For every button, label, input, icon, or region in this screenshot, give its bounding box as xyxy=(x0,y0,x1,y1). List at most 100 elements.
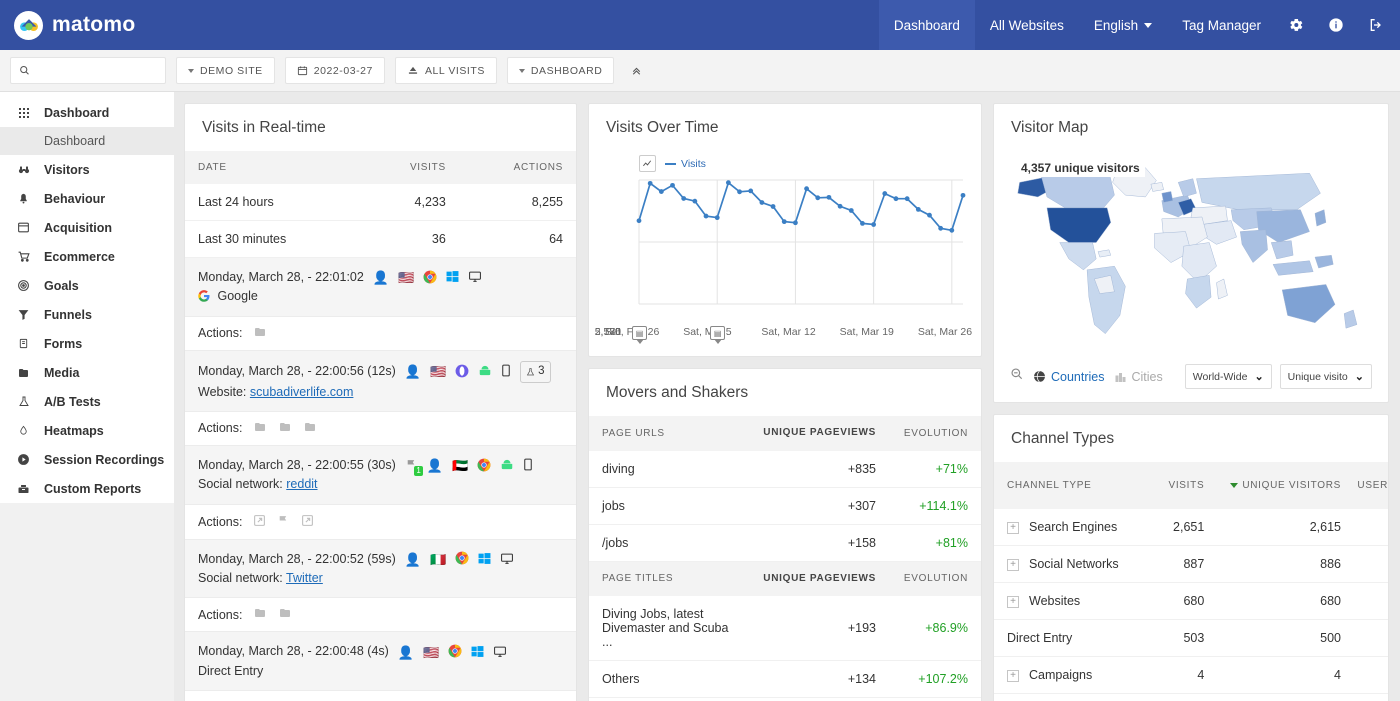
site-selector-button[interactable]: DEMO SITE xyxy=(176,57,275,84)
table-row[interactable]: Diving Jobs, latest Divemaster and Scuba… xyxy=(589,596,981,661)
table-row[interactable]: + Social Networks 887 886 xyxy=(994,545,1388,583)
realtime-visit-entry[interactable]: Monday, March 28, - 22:00:52 (59s) 👤 🇮🇹 xyxy=(185,539,576,599)
legend-label-text: Visits xyxy=(681,157,706,170)
google-icon xyxy=(198,289,213,303)
table-row[interactable]: Others +134 +107.2% xyxy=(589,660,981,698)
sidebar-item-forms[interactable]: Forms xyxy=(0,329,174,358)
folder-icon[interactable] xyxy=(278,421,292,436)
info-icon[interactable] xyxy=(1316,0,1356,50)
folder-icon[interactable] xyxy=(253,326,267,341)
sidebar-subitem-dashboard[interactable]: Dashboard xyxy=(0,127,174,155)
date-selector-button[interactable]: 2022-03-27 xyxy=(284,57,385,84)
table-row[interactable]: Direct Entry 503 500 xyxy=(994,619,1388,657)
external-link-icon[interactable] xyxy=(301,514,314,530)
grid-icon xyxy=(16,107,31,119)
topnav-tag-manager[interactable]: Tag Manager xyxy=(1167,0,1276,50)
channel-types-table: CHANNEL TYPE VISITS UNIQUE VISITORS USER… xyxy=(994,462,1388,694)
world-map-svg[interactable] xyxy=(1008,155,1374,351)
row-evolution: +114.1% xyxy=(889,487,981,525)
folder-icon[interactable] xyxy=(253,607,267,622)
annotation-marker-icon[interactable]: ▤ xyxy=(632,326,647,344)
topnav-all-websites[interactable]: All Websites xyxy=(975,0,1079,50)
table-row[interactable]: + Websites 680 680 xyxy=(994,582,1388,620)
inbox-icon xyxy=(16,221,31,234)
folder-icon[interactable] xyxy=(278,607,292,622)
sidebar-item-ecommerce[interactable]: Ecommerce xyxy=(0,242,174,271)
widget-title: Visits Over Time xyxy=(606,119,719,136)
map-metric-select[interactable]: Unique visito ⌄ xyxy=(1279,364,1372,389)
table-header-row: PAGE TITLES UNIQUE PAGEVIEWS EVOLUTION xyxy=(589,561,981,596)
col-visits[interactable]: VISITS xyxy=(1147,462,1217,509)
sidebar-item-media[interactable]: Media xyxy=(0,358,174,387)
chart-legend: Visits xyxy=(603,155,967,172)
dashboard-selector-label: DASHBOARD xyxy=(530,64,603,77)
flag-icon[interactable] xyxy=(277,514,290,530)
sidebar-item-heatmaps[interactable]: Heatmaps xyxy=(0,416,174,445)
table-row[interactable]: Last 30 minutes 36 64 xyxy=(185,220,576,258)
widget-title: Movers and Shakers xyxy=(606,384,749,401)
search-input[interactable] xyxy=(36,63,157,78)
col-users[interactable]: USER xyxy=(1354,462,1388,509)
realtime-visit-entry[interactable]: Monday, March 28, - 22:00:48 (4s) 👤 🇺🇸 D… xyxy=(185,632,576,692)
annotation-marker-icon[interactable]: ▤ xyxy=(710,326,726,344)
flag-us-icon: 🇺🇸 xyxy=(423,644,440,660)
realtime-visit-actions: Actions: xyxy=(185,598,576,633)
sidebar-item-session-recordings[interactable]: Session Recordings xyxy=(0,445,174,474)
realtime-visit-entry[interactable]: Monday, March 28, - 22:01:02 👤 🇺🇸 Google xyxy=(185,258,576,317)
flask-icon xyxy=(16,395,31,408)
folder-icon[interactable] xyxy=(253,421,267,436)
table-row[interactable]: jobs +307 +114.1% xyxy=(589,487,981,525)
topnav-dashboard[interactable]: Dashboard xyxy=(878,0,975,50)
map-region-select[interactable]: World-Wide ⌄ xyxy=(1184,364,1272,389)
expand-icon[interactable]: + xyxy=(1007,521,1019,534)
table-row[interactable]: + Campaigns 4 4 xyxy=(994,656,1388,694)
badge-value: 3 xyxy=(538,364,545,377)
sidebar-item-custom-reports[interactable]: Custom Reports xyxy=(0,474,174,503)
external-link-icon[interactable] xyxy=(253,514,266,530)
expand-icon[interactable]: + xyxy=(1007,558,1019,571)
topnav-language-selector[interactable]: English xyxy=(1079,0,1167,50)
sidebar-item-visitors[interactable]: Visitors xyxy=(0,155,174,184)
map-tab-cities[interactable]: Cities xyxy=(1114,370,1163,384)
row-visits: 4 xyxy=(1147,656,1218,694)
visit-datetime: Monday, March 28, - 22:00:52 (59s) xyxy=(198,551,396,566)
table-row[interactable]: Last 24 hours 4,233 8,255 xyxy=(185,184,576,221)
windows-icon xyxy=(478,552,491,567)
referrer-link[interactable]: reddit xyxy=(286,477,317,491)
search-box[interactable] xyxy=(10,57,166,84)
table-row[interactable]: diving +835 +71% xyxy=(589,450,981,488)
table-row[interactable]: Best Diving sites in Bali – Indonesia Sc… xyxy=(589,697,981,701)
chevron-down-icon: ⌄ xyxy=(1254,371,1264,383)
expand-icon[interactable]: + xyxy=(1007,595,1019,608)
table-row[interactable]: + Search Engines 2,651 2,615 xyxy=(994,509,1388,546)
folder-icon[interactable] xyxy=(303,421,317,436)
referrer-link[interactable]: Twitter xyxy=(286,571,323,585)
expand-icon[interactable]: + xyxy=(1007,669,1019,682)
sidebar-item-dashboard[interactable]: Dashboard xyxy=(0,98,174,127)
zoom-out-icon[interactable] xyxy=(1010,367,1024,386)
referrer-link[interactable]: scubadiverlife.com xyxy=(250,385,354,399)
dashboard-selector-button[interactable]: DASHBOARD xyxy=(506,57,615,84)
col-page-titles: PAGE TITLES xyxy=(602,573,674,585)
sidebar-item-acquisition[interactable]: Acquisition xyxy=(0,213,174,242)
sidebar-item-behaviour[interactable]: Behaviour xyxy=(0,184,174,213)
realtime-visit-actions: Actions: xyxy=(185,316,576,351)
sign-in-icon[interactable] xyxy=(1356,0,1400,50)
table-row[interactable]: /jobs +158 +81% xyxy=(589,524,981,562)
chrome-icon xyxy=(423,270,437,286)
realtime-visit-entry[interactable]: Monday, March 28, - 22:00:55 (30s) 1 👤 🇦… xyxy=(185,445,576,505)
sidebar-item-goals[interactable]: Goals xyxy=(0,271,174,300)
gear-icon[interactable] xyxy=(1276,0,1316,50)
collapse-toolbar-button[interactable] xyxy=(624,64,649,77)
matomo-logo[interactable]: matomo xyxy=(0,10,135,40)
legend-item-visits[interactable]: Visits xyxy=(665,158,706,170)
world-map[interactable]: 4,357 unique visitors xyxy=(994,151,1388,356)
map-tab-countries[interactable]: Countries xyxy=(1033,370,1105,384)
col-unique-visitors[interactable]: UNIQUE VISITORS xyxy=(1217,462,1354,509)
chart-type-icon[interactable] xyxy=(639,155,656,172)
col-channel-type[interactable]: CHANNEL TYPE xyxy=(994,462,1147,509)
segment-selector-button[interactable]: ALL VISITS xyxy=(394,57,497,84)
sidebar-item-ab-tests[interactable]: A/B Tests xyxy=(0,387,174,416)
realtime-visit-entry[interactable]: Monday, March 28, - 22:00:56 (12s) 👤 🇺🇸 xyxy=(185,350,576,412)
sidebar-item-funnels[interactable]: Funnels xyxy=(0,300,174,329)
